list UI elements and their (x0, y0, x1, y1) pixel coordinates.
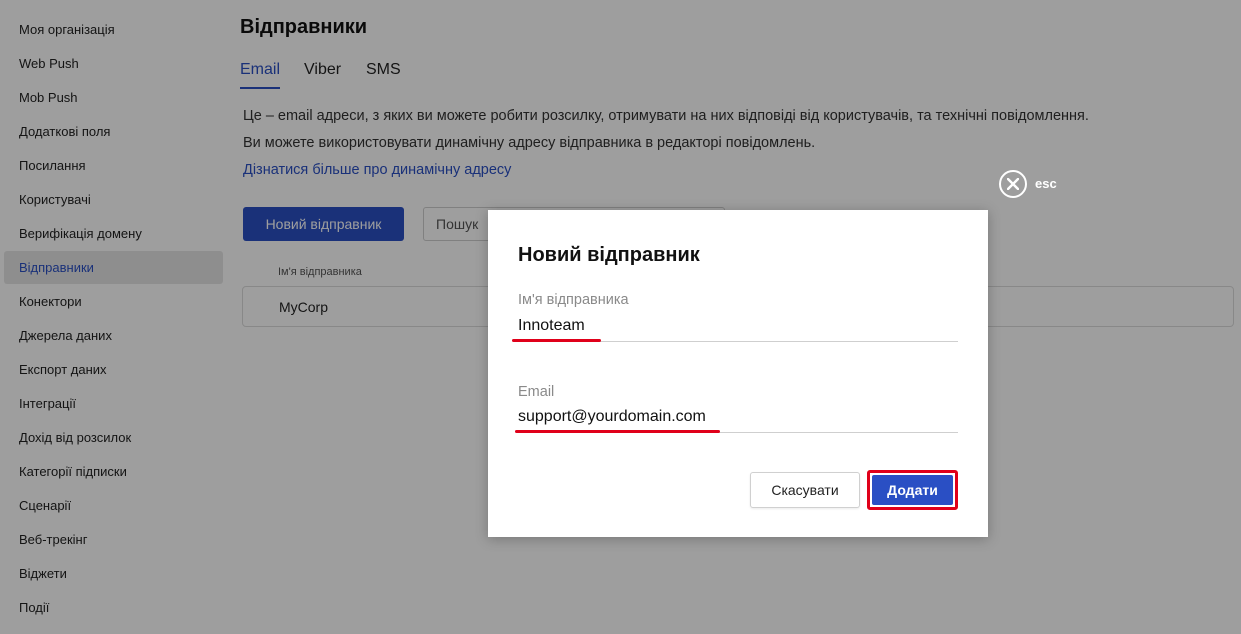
new-sender-modal: Новий відправник Ім'я відправника Innote… (488, 210, 988, 537)
add-button-highlight: Додати (867, 470, 958, 510)
highlight-underline-name (512, 339, 601, 342)
sender-name-field[interactable]: Innoteam (518, 317, 585, 335)
add-button[interactable]: Додати (872, 475, 953, 505)
esc-label[interactable]: esc (1035, 176, 1057, 191)
close-button[interactable]: esc (999, 170, 1059, 198)
close-circle-icon[interactable] (999, 170, 1027, 198)
highlight-underline-email (515, 430, 720, 433)
modal-title: Новий відправник (518, 244, 700, 266)
sender-name-label: Ім'я відправника (518, 292, 629, 308)
email-label: Email (518, 384, 555, 400)
cancel-button[interactable]: Скасувати (750, 472, 860, 508)
email-field[interactable]: support@yourdomain.com (518, 408, 706, 426)
